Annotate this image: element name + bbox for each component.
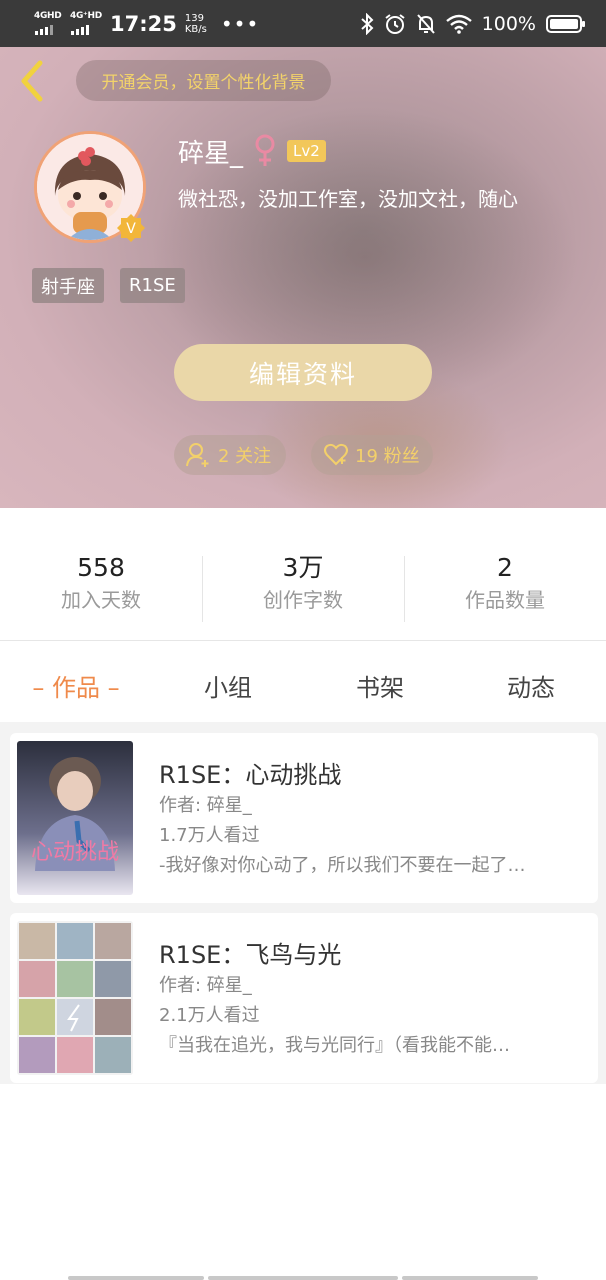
speed-unit: KB/s [184, 24, 207, 35]
level-badge: Lv2 [287, 140, 326, 162]
stat-works-count: 2 作品数量 [404, 550, 606, 628]
profile-header: 开通会员，设置个性化背景 V 碎星_ Lv2 微社恐，没加工作室，没加文社，随心… [0, 47, 606, 508]
stat-days-joined: 558 加入天数 [0, 550, 202, 628]
work-description: 『当我在追光，我与光同行』（看我能不能… [159, 1035, 510, 1056]
vip-background-banner[interactable]: 开通会员，设置个性化背景 [76, 60, 331, 101]
mute-icon [416, 14, 435, 34]
tag-zodiac[interactable]: 射手座 [32, 268, 104, 303]
back-button[interactable] [12, 59, 52, 103]
heart-plus-icon [324, 443, 348, 466]
tab-groups[interactable]: 小组 [152, 660, 304, 710]
work-title[interactable]: R1SE：心动挑战 [159, 755, 341, 790]
cover-illustration: 心动挑战 [17, 741, 133, 895]
battery-percent: 100% [481, 13, 536, 35]
stat-word-count: 3万 创作字数 [202, 550, 404, 628]
work-card[interactable]: 心动挑战 R1SE：心动挑战 作者: 碎星_ 1.7万人看过 -我好像对你心动了… [10, 733, 598, 903]
female-gender-icon [255, 134, 275, 166]
work-views: 1.7万人看过 [159, 825, 260, 846]
followers-button[interactable]: 19 粉丝 [311, 435, 433, 475]
network-type-1: 4GHD [34, 11, 62, 21]
profile-tabs: – 作品 – 小组 书架 动态 [0, 660, 606, 710]
svg-text:V: V [126, 221, 136, 237]
wifi-icon [445, 14, 472, 34]
verified-badge-icon: V [117, 214, 145, 242]
profile-stats: 558 加入天数 3万 创作字数 2 作品数量 [0, 550, 606, 628]
network-type-2: 4G⁺HD [70, 11, 102, 21]
stat-value: 3万 [282, 553, 324, 582]
divider [0, 640, 606, 641]
clock: 17:25 [110, 12, 177, 36]
tag-r1se[interactable]: R1SE [120, 268, 185, 303]
tab-activity[interactable]: 动态 [456, 660, 606, 710]
edit-profile-button[interactable]: 编辑资料 [174, 344, 432, 401]
profile-bio: 微社恐，没加工作室，没加文社，随心 [178, 187, 518, 211]
following-count: 2 关注 [218, 446, 272, 467]
cellular-signal-icon: 4GHD [34, 9, 64, 39]
following-button[interactable]: 2 关注 [174, 435, 286, 475]
cover-photo-grid [17, 921, 133, 1075]
gesture-bar [402, 1276, 538, 1280]
stat-label: 加入天数 [61, 588, 141, 612]
stat-value: 558 [77, 553, 125, 582]
chevron-left-icon [21, 60, 43, 102]
work-card[interactable]: R1SE：飞鸟与光 作者: 碎星_ 2.1万人看过 『当我在追光，我与光同行』（… [10, 913, 598, 1083]
work-cover-image [17, 921, 133, 1075]
stat-value: 2 [497, 553, 513, 582]
work-views: 2.1万人看过 [159, 1005, 260, 1026]
alarm-icon [385, 14, 405, 34]
user-add-icon [186, 443, 209, 467]
cellular-signal-icon-2: 4G⁺HD [70, 9, 102, 39]
network-speed: 139 KB/s [185, 13, 207, 35]
tab-works[interactable]: – 作品 – [0, 660, 152, 710]
more-notifications-icon: ••• [220, 12, 260, 36]
work-author: 作者: 碎星_ [159, 975, 252, 996]
profile-tags: 射手座 R1SE [32, 268, 185, 303]
followers-count: 19 粉丝 [355, 446, 420, 467]
work-description: -我好像对你心动了，所以我们不要在一起了… [159, 855, 526, 876]
work-cover-image: 心动挑战 [17, 741, 133, 895]
speed-value: 139 [184, 13, 204, 24]
status-bar: 4GHD 4G⁺HD 17:25 139 KB/s ••• 100% [0, 0, 606, 47]
tab-bookshelf[interactable]: 书架 [304, 660, 456, 710]
gesture-bar [208, 1276, 398, 1280]
work-title[interactable]: R1SE：飞鸟与光 [159, 935, 341, 970]
bluetooth-icon [361, 13, 374, 35]
stat-label: 创作字数 [263, 588, 343, 612]
cover-title: 心动挑战 [31, 840, 119, 865]
work-author: 作者: 碎星_ [159, 795, 252, 816]
nickname: 碎星_ [178, 138, 244, 169]
gesture-bar [68, 1276, 204, 1280]
battery-icon [546, 15, 585, 33]
stat-label: 作品数量 [465, 588, 545, 612]
